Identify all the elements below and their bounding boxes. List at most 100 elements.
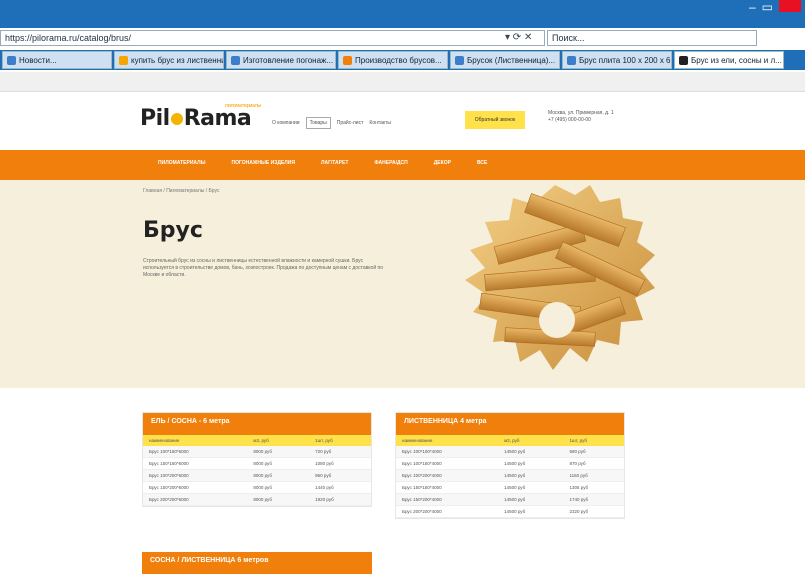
browser-tab[interactable]: Брусок (Лиственница)... [450,51,560,69]
browser-home-star-icons[interactable]: ⌂ ★ ⚙ [764,29,799,43]
table-row: Брус 100*200*6000 8000 руб 960 руб [143,469,371,482]
tab-label: Брус из ели, сосны и л... [691,55,782,65]
table-cell: 1920 руб [309,493,371,506]
contact-info: Москва, ул. Примерная, д. 1 +7 (495) 000… [548,110,638,124]
hero-section: Главная / Пиломатериалы / Брус Брус Стро… [0,180,805,388]
window-titlebar: – ▭ [0,0,805,28]
table-cell: 960 руб [309,469,371,482]
table-cell: 14500 руб [498,505,564,518]
tab-label: Брусок (Лиственница)... [467,55,556,65]
table-row: Брус 100*150*6000 8000 руб 720 руб [143,446,371,458]
table-row: Брус 100*150*4000 14500 руб 870 руб [396,457,624,470]
table-cell: Брус 200*200*4000 [396,505,499,518]
browser-tab[interactable]: Брус из ели, сосны и л... [674,51,784,69]
table-cell: 8000 руб [247,493,310,506]
minimize-icon[interactable]: – [749,0,756,14]
header-nav-item[interactable]: Товары [305,117,331,129]
price-card-title: ЛИСТВЕННИЦА 4 метра [396,413,624,435]
tab-label: Брус плита 100 x 200 x 6... [579,55,672,65]
table-header-row: наименование м3, руб 1шт, руб [396,435,624,446]
table-cell: Брус 150*200*4000 [396,493,499,506]
table-cell: Брус 100*100*4000 [396,446,499,458]
browser-tab[interactable]: Производство брусов... [338,51,448,69]
tab-favicon-icon [119,55,128,65]
table-cell: 14500 руб [498,457,564,470]
tab-favicon-icon [455,55,464,65]
page-title: Брус [143,218,203,243]
table-cell: 8000 руб [247,469,310,482]
menu-item[interactable]: ВСЕ [469,160,495,166]
browser-tab[interactable]: Изготовление погонаж... [226,51,336,69]
menu-item[interactable]: ПИЛОМАТЕРИАЛЫ [150,160,214,166]
tab-favicon-icon [231,55,240,65]
table-cell: 1305 руб [563,481,624,494]
header-nav-item[interactable]: Контакты [369,120,391,126]
column-header: наименование [143,435,248,446]
menu-item[interactable]: ДЕКОР [426,160,459,166]
table-cell: Брус 100*150*6000 [143,446,248,458]
price-card-title: СОСНА / ЛИСТВЕННИЦА 6 метров [142,552,372,574]
close-icon[interactable] [779,0,801,12]
table-header-row: наименование м3, руб 1шт, руб [143,435,371,446]
table-cell: Брус 200*200*6000 [143,493,248,506]
window-controls: – ▭ [749,0,801,14]
table-cell: 720 руб [309,446,371,458]
price-card-title: ЕЛЬ / СОСНА - 6 метра [143,413,371,435]
table-row: Брус 200*200*4000 14500 руб 2320 руб [396,505,624,518]
menu-item[interactable]: ПОГОНАЖНЫЕ ИЗДЕЛИЯ [224,160,303,166]
search-input[interactable]: Поиск... [547,30,757,46]
table-row: Брус 150*200*4000 14500 руб 1740 руб [396,493,624,506]
table-row: Брус 150*150*4000 14500 руб 1305 руб [396,481,624,494]
table-cell: 580 руб [563,446,624,458]
address-bar[interactable]: https://pilorama.ru/catalog/brus/ [0,30,545,46]
table-cell: 2320 руб [563,505,624,518]
price-table: наименование м3, руб 1шт, руб Брус 100*100*… [396,435,624,518]
tab-label: Производство брусов... [355,55,442,65]
breadcrumb[interactable]: Главная / Пиломатериалы / Брус [143,188,219,194]
header-nav: О компании Товары Прайс-лист Контакты [272,117,391,129]
main-menu: ПИЛОМАТЕРИАЛЫ ПОГОНАЖНЫЕ ИЗДЕЛИЯ ЛАГ/ТАРЕТ… [150,160,495,166]
wood-stack-image [465,185,655,370]
tab-label: купить брус из лиственницы [131,55,223,65]
tab-strip: Новости... купить брус из лиственницы Изго… [0,50,805,70]
page-description: Строительный брус из сосны и лиственницы… [143,258,383,278]
table-cell: 14500 руб [498,446,564,458]
address-tools-icon[interactable]: ▾ ⟳ ✕ [505,32,532,43]
menu-item[interactable]: ФАНЕРА/ДСП [366,160,415,166]
tab-label: Изготовление погонаж... [243,55,334,65]
header-nav-item[interactable]: О компании [272,120,300,126]
tab-favicon-icon [567,55,576,65]
price-table: наименование м3, руб 1шт, руб Брус 100*150*… [143,435,371,506]
price-card-pine-larch: СОСНА / ЛИСТВЕННИЦА 6 метров [142,552,372,574]
logo-part1: Pil [140,106,170,131]
callback-button[interactable]: Обратный звонок [465,111,525,129]
table-cell: 14500 руб [498,481,564,494]
header-nav-item[interactable]: Прайс-лист [337,120,364,126]
browser-tab[interactable]: купить брус из лиственницы [114,51,224,69]
menu-item[interactable]: ЛАГ/ТАРЕТ [313,160,356,166]
table-cell: 14500 руб [498,493,564,506]
table-row: Брус 150*150*6000 8000 руб 1080 руб [143,457,371,470]
column-header: 1шт, руб [563,435,624,446]
table-row: Брус 100*200*4000 14500 руб 1160 руб [396,469,624,482]
logo[interactable]: Pil Rama пиломатериалы [140,103,261,131]
table-cell: 8000 руб [247,457,310,470]
table-cell: Брус 100*150*4000 [396,457,499,470]
table-cell: 1080 руб [309,457,371,470]
table-row: Брус 100*100*4000 14500 руб 580 руб [396,446,624,458]
logo-tagline: пиломатериалы [225,103,261,109]
table-cell: 8000 руб [247,446,310,458]
contact-line2: +7 (495) 000-00-00 [548,117,591,123]
column-header: м3, руб [498,435,564,446]
table-cell: Брус 150*200*6000 [143,481,248,494]
column-header: наименование [396,435,499,446]
tab-favicon-icon [679,55,688,65]
table-cell: Брус 100*200*4000 [396,469,499,482]
table-cell: 8000 руб [247,481,310,494]
tab-favicon-icon [7,55,16,65]
browser-tab[interactable]: Брус плита 100 x 200 x 6... [562,51,672,69]
tab-label: Новости... [19,55,57,65]
maximize-icon[interactable]: ▭ [762,0,773,14]
browser-tab[interactable]: Новости... [2,51,112,69]
table-cell: 870 руб [563,457,624,470]
